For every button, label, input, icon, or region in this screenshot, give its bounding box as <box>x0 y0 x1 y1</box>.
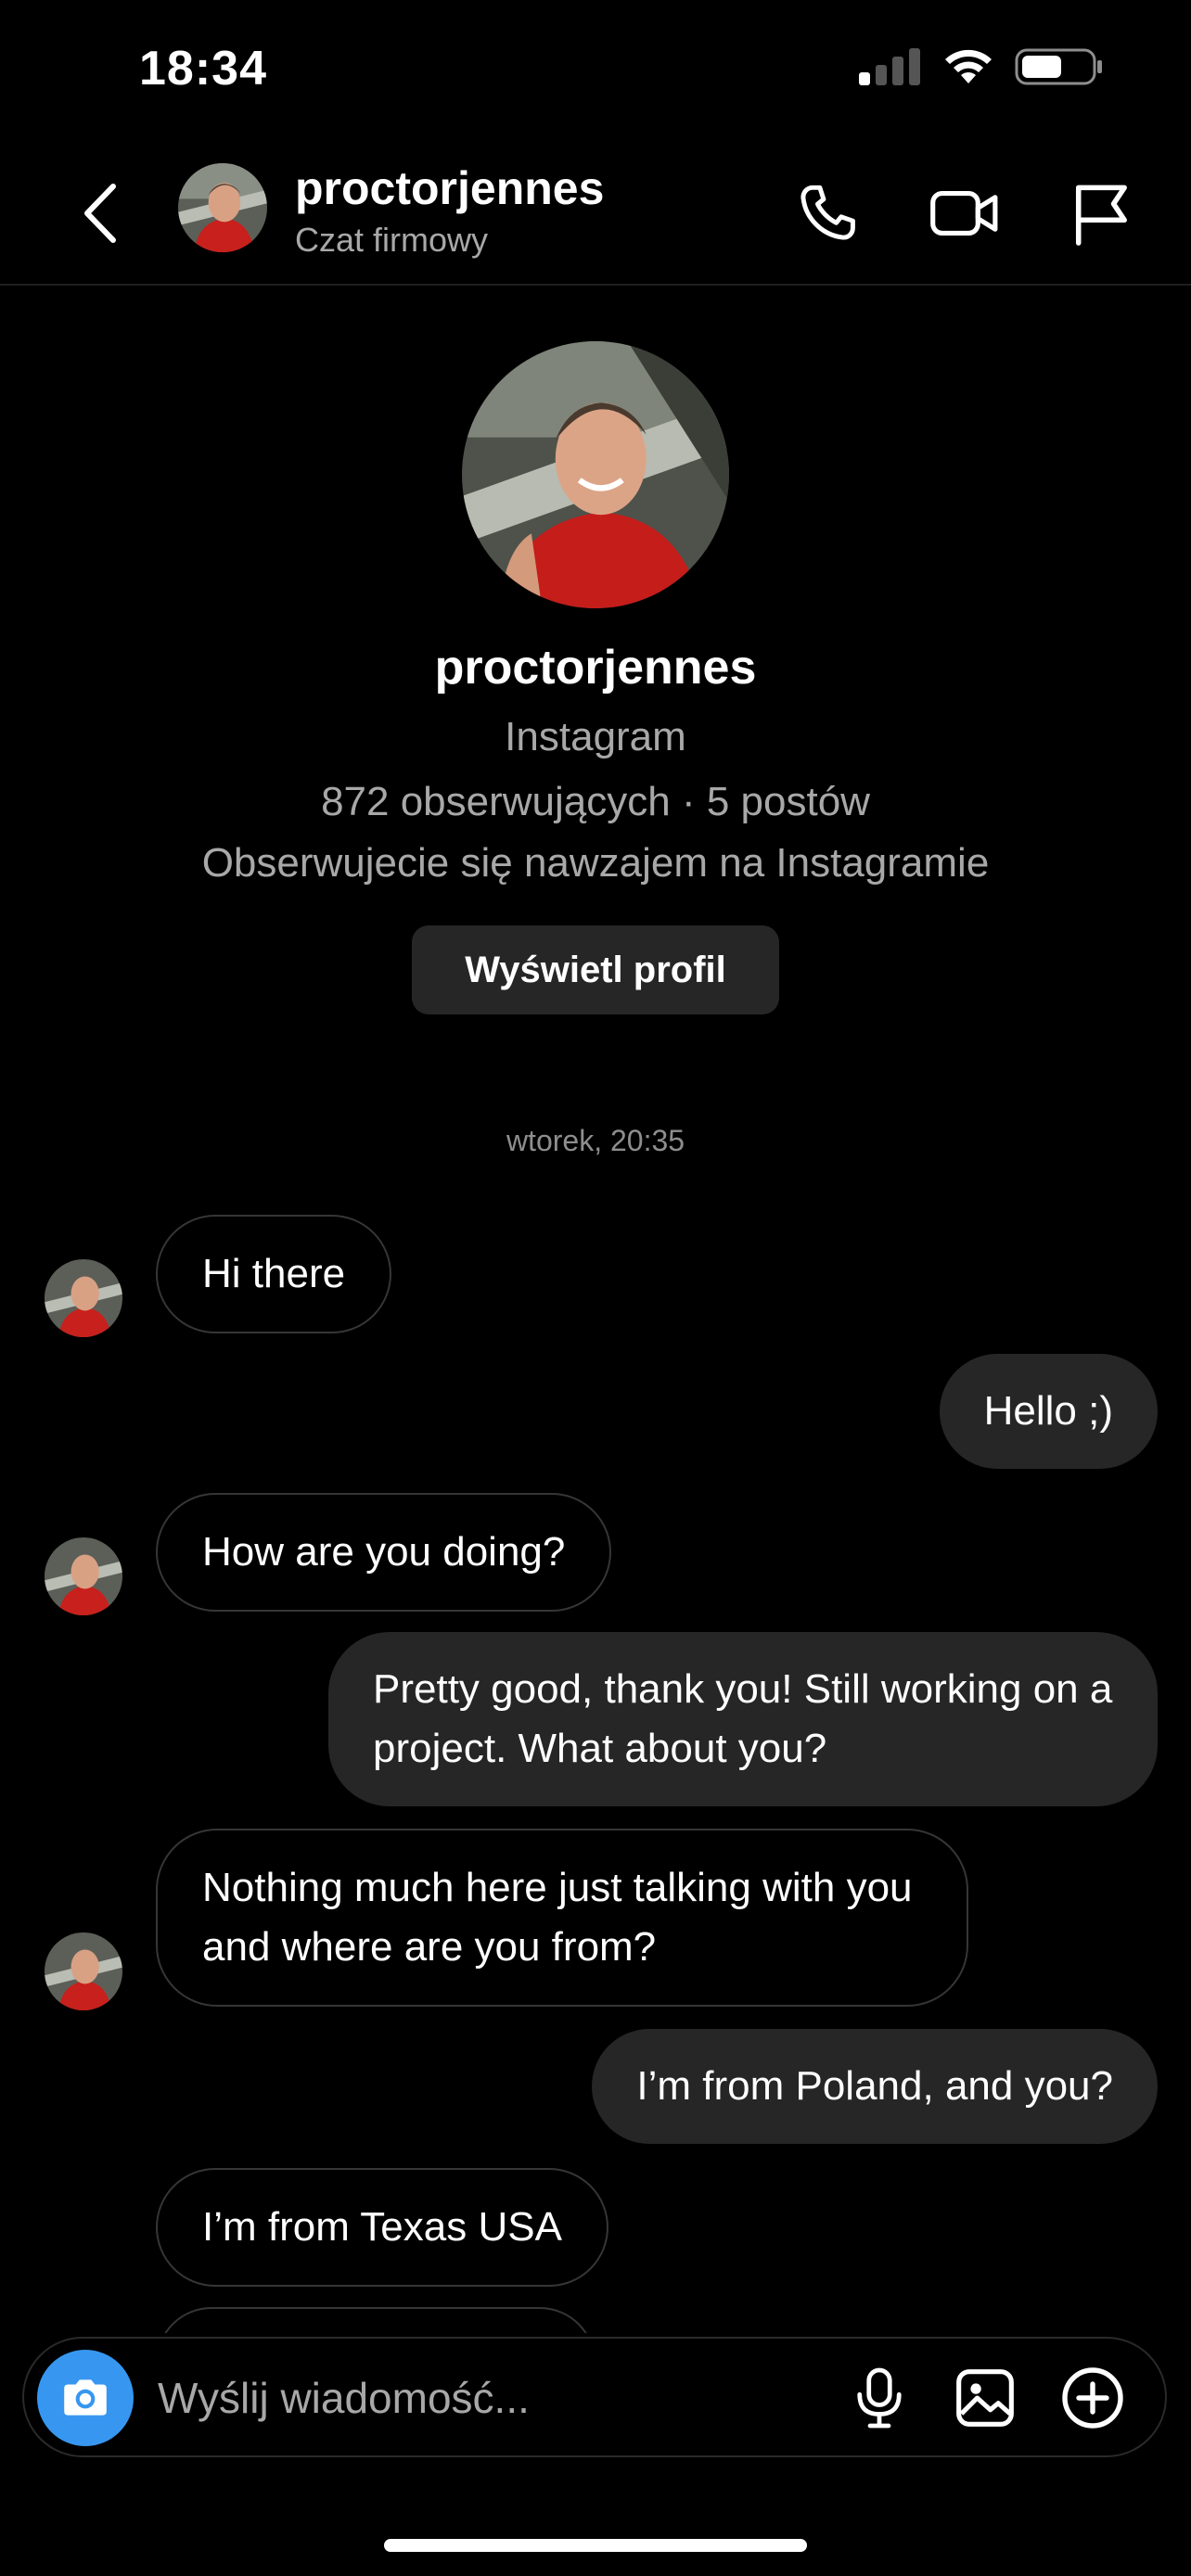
header-username[interactable]: proctorjennes <box>295 161 604 215</box>
message-composer <box>22 2337 1167 2457</box>
message-bubble-outgoing[interactable]: Hello ;) <box>939 1354 1158 1469</box>
voice-call-button[interactable] <box>788 174 866 252</box>
header-avatar[interactable] <box>178 163 267 252</box>
home-indicator[interactable] <box>384 2539 807 2552</box>
message-avatar[interactable] <box>45 1932 122 2010</box>
header-subtitle: Czat firmowy <box>295 221 489 259</box>
date-separator: wtorek, 20:35 <box>506 1124 685 1157</box>
gallery-button[interactable] <box>946 2359 1024 2437</box>
report-button[interactable] <box>1061 174 1139 252</box>
profile-username: proctorjennes <box>434 641 757 695</box>
flag-icon <box>1075 185 1127 246</box>
message-bubble-outgoing[interactable]: I’m from Poland, and you? <box>592 2029 1158 2144</box>
view-profile-button[interactable]: Wyświetl profil <box>412 925 779 1014</box>
back-button[interactable] <box>72 176 128 250</box>
gallery-icon <box>956 2369 1014 2427</box>
message-bubble-incoming[interactable]: Hi there <box>156 1215 392 1333</box>
phone-icon <box>800 185 855 240</box>
profile-stats: 872 obserwujących · 5 postów <box>321 779 870 824</box>
message-avatar[interactable] <box>45 1259 122 1337</box>
message-bubble-outgoing[interactable]: Pretty good, thank you! Still working on… <box>328 1632 1158 1806</box>
camera-button[interactable] <box>37 2350 134 2446</box>
signal-icon <box>859 48 920 85</box>
message-bubble-incoming[interactable]: Nothing much here just talking with you … <box>156 1829 968 2007</box>
microphone-icon <box>857 2367 902 2429</box>
video-call-button[interactable] <box>926 174 1004 252</box>
profile-avatar[interactable] <box>462 341 729 608</box>
profile-platform: Instagram <box>505 714 686 759</box>
profile-mutual: Obserwujecie się nawzajem na Instagramie <box>201 840 990 886</box>
wifi-icon <box>945 49 992 83</box>
voice-message-button[interactable] <box>840 2359 918 2437</box>
message-input[interactable] <box>158 2365 807 2431</box>
status-icons <box>859 46 1104 87</box>
camera-icon <box>64 2379 107 2416</box>
message-bubble-incoming[interactable]: How are you doing? <box>156 1493 612 1612</box>
battery-icon <box>1015 48 1102 85</box>
add-attachment-button[interactable] <box>1054 2359 1132 2437</box>
message-bubble-incoming[interactable]: I’m from Texas USA <box>156 2168 608 2287</box>
add-icon <box>1062 2367 1123 2429</box>
video-icon <box>930 191 998 236</box>
status-time: 18:34 <box>139 42 267 96</box>
chat-header: proctorjennes Czat firmowy <box>0 148 1191 286</box>
back-icon <box>84 184 116 243</box>
message-avatar[interactable] <box>45 1537 122 1615</box>
